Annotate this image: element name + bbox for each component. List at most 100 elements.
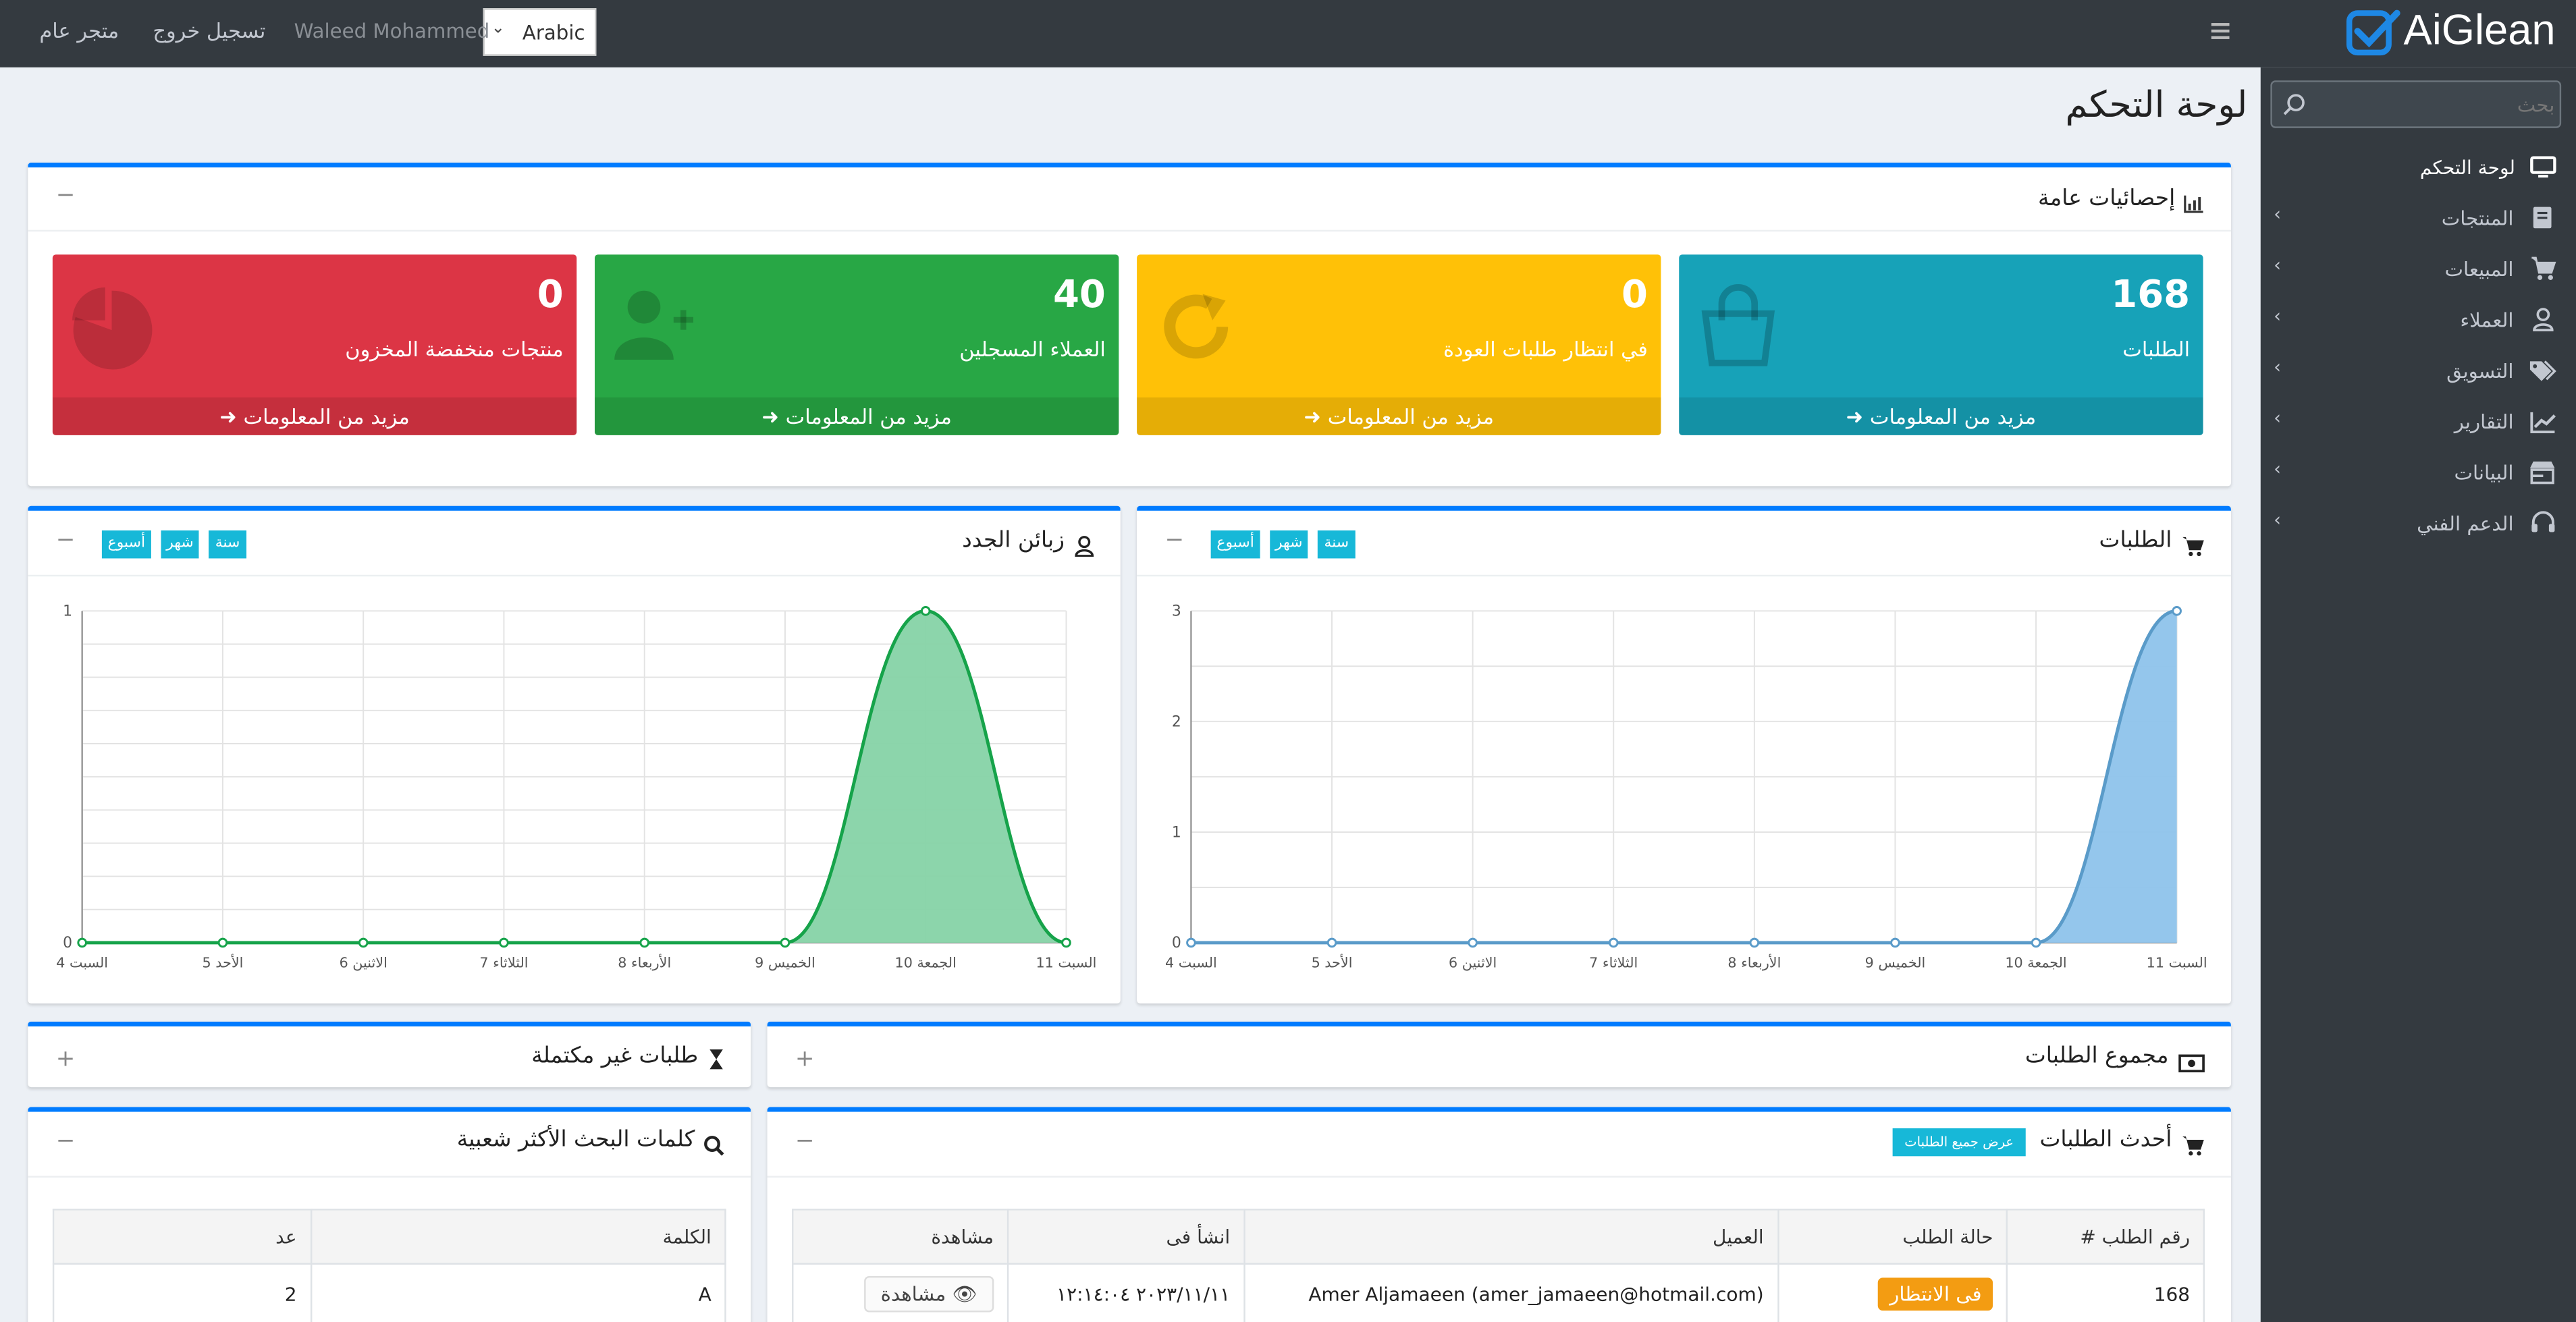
sidebar-search[interactable] xyxy=(2270,80,2562,128)
x-tick-label: 5 الأحد xyxy=(1312,954,1353,970)
collapse-button[interactable]: − xyxy=(56,1128,76,1155)
brand-name[interactable]: AiGlean xyxy=(2404,5,2556,55)
chevron-left-icon: ‹ xyxy=(2274,458,2281,480)
x-tick-label: 8 الأربعاء xyxy=(1727,954,1781,970)
data-point[interactable] xyxy=(780,937,790,948)
data-point[interactable] xyxy=(499,937,509,948)
more-info-link[interactable]: ➜ مزيد من المعلومات xyxy=(52,397,577,435)
data-point[interactable] xyxy=(639,937,650,948)
keyword-cell: A xyxy=(310,1263,726,1322)
card-title: مجموع الطلبات xyxy=(2024,1043,2169,1070)
data-point[interactable] xyxy=(2031,937,2041,948)
expand-button[interactable]: + xyxy=(795,1046,815,1072)
stat-value: 40 xyxy=(1052,274,1106,317)
more-info-label: مزيد من المعلومات xyxy=(1327,404,1495,429)
count-cell: 2 xyxy=(52,1263,312,1322)
sidebar-item-data[interactable]: ‹ البيانات xyxy=(2261,453,2576,493)
more-info-link[interactable]: ➜ مزيد من المعلومات xyxy=(1137,397,1661,435)
x-tick-label: 6 الاثنين xyxy=(340,954,387,970)
search-terms-card: كلمات البحث الأكثر شعبية − الكلمة عد A 2 xyxy=(28,1107,751,1322)
collapse-button[interactable]: − xyxy=(56,182,76,209)
sidebar-item-label: البيانات xyxy=(2454,461,2514,485)
period-year-button[interactable]: سنة xyxy=(1317,530,1356,559)
collapse-button[interactable]: − xyxy=(1164,527,1184,553)
chevron-left-icon: ‹ xyxy=(2274,254,2281,276)
sidebar-item-label: التسويق xyxy=(2446,359,2514,383)
data-point[interactable] xyxy=(1749,937,1760,948)
card-title: أحدث الطلبات xyxy=(2039,1126,2172,1153)
collapse-button[interactable]: − xyxy=(795,1128,815,1155)
sidebar-item-support[interactable]: ‹ الدعم الفني xyxy=(2261,504,2576,543)
data-point[interactable] xyxy=(1326,937,1337,948)
store-link[interactable]: متجر عام xyxy=(39,18,119,43)
orders-chart-card: الطلبات سنة شهر أسبوع − 0 1 2 3 4 السبت 5 الأ… xyxy=(1137,505,2231,1003)
sidebar-item-products[interactable]: ‹ المنتجات xyxy=(2261,198,2576,238)
monitor-icon xyxy=(2530,155,2556,186)
logout-link[interactable]: تسجيل خروج xyxy=(153,18,265,43)
period-week-button[interactable]: أسبوع xyxy=(101,530,151,559)
user-name[interactable]: Waleed Mohammed xyxy=(294,20,490,43)
money-icon xyxy=(2178,1048,2205,1079)
period-year-button[interactable]: سنة xyxy=(209,530,247,559)
chart-icon xyxy=(2530,409,2556,440)
view-order-button[interactable]: 👁 مشاهدة xyxy=(864,1275,994,1312)
collapse-button[interactable]: − xyxy=(56,527,76,553)
data-point[interactable] xyxy=(358,937,369,948)
more-info-link[interactable]: ➜ مزيد من المعلومات xyxy=(594,397,1119,435)
x-tick-label: 6 الاثنين xyxy=(1449,954,1497,970)
sidebar-item-dashboard[interactable]: لوحة التحكم xyxy=(2261,148,2576,187)
card-header: كلمات البحث الأكثر شعبية − xyxy=(28,1112,751,1178)
x-tick-label: 9 الخميس xyxy=(1865,954,1926,970)
y-tick-label: 0 xyxy=(1172,935,1181,952)
sidebar-item-customers[interactable]: ‹ العملاء xyxy=(2261,300,2576,339)
search-icon xyxy=(703,1132,725,1163)
total-orders-card: مجموع الطلبات + xyxy=(767,1021,2231,1088)
sidebar-item-label: لوحة التحكم xyxy=(2419,156,2515,180)
search-input[interactable] xyxy=(2308,88,2555,120)
more-info-link[interactable]: ➜ مزيد من المعلومات xyxy=(1679,397,2203,435)
data-point[interactable] xyxy=(1061,937,1071,948)
x-tick-label: 5 الأحد xyxy=(202,954,243,970)
stat-box-returns: 0 في انتظار طلبات العودة ➜ مزيد من المعل… xyxy=(1137,254,1661,435)
period-month-button[interactable]: شهر xyxy=(1270,530,1308,559)
chevron-down-icon: ⌄ xyxy=(491,20,506,38)
x-tick-label: 11 السبت xyxy=(1036,954,1097,970)
hamburger-icon[interactable] xyxy=(2209,18,2232,41)
data-point[interactable] xyxy=(1468,937,1478,948)
period-week-button[interactable]: أسبوع xyxy=(1210,530,1260,559)
more-info-label: مزيد من المعلومات xyxy=(243,404,410,429)
user-icon xyxy=(2531,307,2554,338)
expand-button[interactable]: + xyxy=(56,1046,76,1072)
stat-label: منتجات منخفضة المخزون xyxy=(345,336,564,362)
latest-orders-table: رقم الطلب # حالة الطلب العميل انشأ فى مش… xyxy=(792,1209,2205,1322)
arrow-circle-icon: ➜ xyxy=(761,404,786,429)
tags-icon xyxy=(2528,358,2556,389)
more-info-label: مزيد من المعلومات xyxy=(1869,404,2037,429)
sidebar-item-marketing[interactable]: ‹ التسويق xyxy=(2261,352,2576,391)
column-header: العميل xyxy=(1243,1209,1779,1265)
page-title: لوحة التحكم xyxy=(2065,85,2248,127)
data-point[interactable] xyxy=(2172,606,2182,616)
period-month-button[interactable]: شهر xyxy=(161,530,199,559)
data-point[interactable] xyxy=(1608,937,1619,948)
view-all-orders-button[interactable]: عرض جميع الطلبات xyxy=(1892,1128,2026,1157)
language-select[interactable]: ⌄ Arabic xyxy=(483,8,597,56)
sidebar-item-sales[interactable]: ‹ المبيعات xyxy=(2261,250,2576,289)
stat-value: 0 xyxy=(537,274,564,317)
data-point[interactable] xyxy=(1890,937,1900,948)
stat-value: 0 xyxy=(1621,274,1648,317)
data-point[interactable] xyxy=(77,937,87,948)
search-terms-table: الكلمة عد A 2 xyxy=(52,1209,726,1322)
customers-chart-card: زبائن الجدد سنة شهر أسبوع − 0 1 4 السبت 5 ا… xyxy=(28,505,1121,1003)
data-point[interactable] xyxy=(1186,937,1196,948)
data-point[interactable] xyxy=(920,606,931,616)
data-point[interactable] xyxy=(217,937,228,948)
order-id: 168 xyxy=(2006,1263,2205,1322)
bag-icon xyxy=(1698,284,1777,373)
top-navbar: AiGlean ⌄ Arabic Waleed Mohammed تسجيل خ… xyxy=(0,0,2576,67)
pie-icon xyxy=(69,284,155,376)
sidebar-item-reports[interactable]: ‹ التقارير xyxy=(2261,402,2576,441)
chevron-left-icon: ‹ xyxy=(2274,509,2281,531)
table-row: 168 فى الانتظار Amer Aljamaeen (amer_jam… xyxy=(792,1263,2205,1322)
brand-logo-icon[interactable] xyxy=(2346,8,2402,57)
